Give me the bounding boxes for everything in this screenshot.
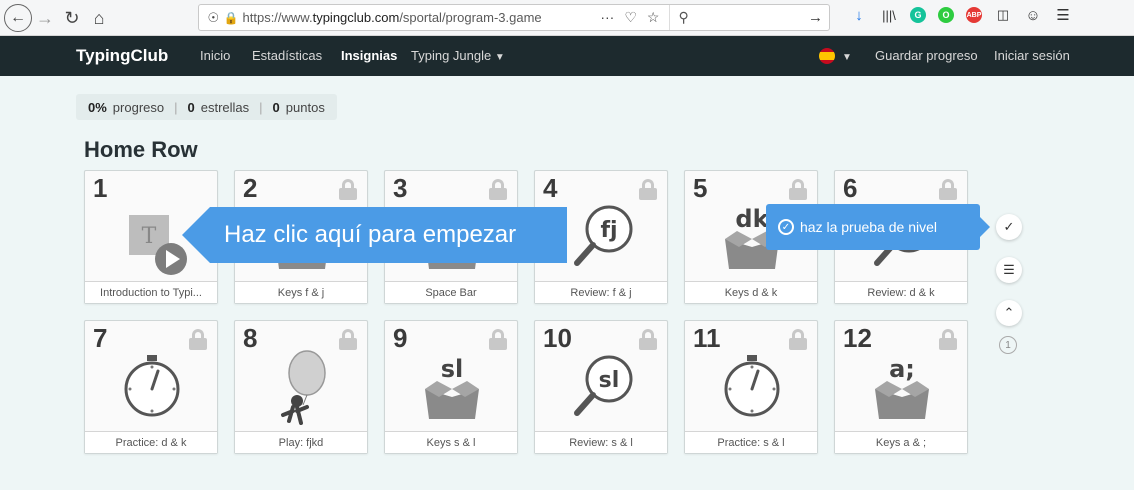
- progress-summary: 0% progreso | 0 estrellas | 0 puntos: [76, 94, 337, 120]
- chevron-up-icon: ⌃: [1003, 305, 1015, 320]
- check-circle-icon: ✓: [778, 219, 794, 235]
- svg-text:dk: dk: [735, 205, 769, 233]
- sidebar-icon[interactable]: ◫: [994, 6, 1012, 24]
- save-progress-link[interactable]: Guardar progreso: [875, 48, 978, 63]
- section-title: Home Row: [84, 137, 198, 162]
- go-arrow-icon[interactable]: →: [808, 9, 823, 26]
- lesson-card-8[interactable]: 8 Play: fjkd: [234, 320, 368, 454]
- nav-typing-jungle-label: Typing Jungle: [411, 48, 492, 63]
- lesson-label: Keys s & l: [385, 431, 517, 453]
- lock-icon: [339, 329, 357, 350]
- app-navbar: TypingClub Inicio Estadísticas Insignias…: [0, 36, 1134, 76]
- points-label: puntos: [285, 99, 325, 115]
- lesson-label: Review: d & k: [835, 281, 967, 303]
- lesson-label: Keys d & k: [685, 281, 817, 303]
- progress-label: progreso: [112, 99, 165, 115]
- start-callout[interactable]: Haz clic aquí para empezar: [182, 207, 567, 263]
- menu-icon[interactable]: ☰: [1054, 6, 1072, 24]
- balloon-game-icon: [235, 349, 367, 429]
- stopwatch-icon: [685, 349, 817, 429]
- lesson-card-9[interactable]: 9 sl Keys s & l: [384, 320, 518, 454]
- placement-test-button[interactable]: ✓: [996, 214, 1022, 240]
- nav-estadisticas[interactable]: Estadísticas: [252, 48, 322, 63]
- lock-icon: [939, 329, 957, 350]
- lesson-card-7[interactable]: 7 Practice: d & k: [84, 320, 218, 454]
- browser-toolbar: ← → ↻ ⌂ ☉ 🔒 https://www.typingclub.com/s…: [0, 0, 1134, 36]
- nav-inicio[interactable]: Inicio: [200, 48, 230, 63]
- adblock-icon[interactable]: ABP: [966, 7, 982, 23]
- login-link[interactable]: Iniciar sesión: [994, 48, 1070, 63]
- nav-typing-jungle[interactable]: Typing Jungle ▼: [411, 48, 505, 63]
- progress-percent: 0%: [88, 99, 107, 115]
- magnifier-icon: sl: [535, 349, 667, 429]
- lock-icon: [489, 329, 507, 350]
- list-icon: ☰: [1003, 262, 1015, 277]
- stopwatch-icon: [85, 349, 217, 429]
- lesson-label: Practice: d & k: [85, 431, 217, 453]
- lesson-card-12[interactable]: 12 a; Keys a & ;: [834, 320, 968, 454]
- url-text[interactable]: https://www.typingclub.com/sportal/progr…: [243, 10, 561, 25]
- forward-icon[interactable]: →: [36, 4, 54, 32]
- lesson-label: Introduction to Typi...: [85, 281, 217, 303]
- svg-text:a;: a;: [889, 355, 915, 383]
- svg-text:fj: fj: [600, 218, 617, 243]
- language-chevron-icon[interactable]: ▼: [842, 48, 852, 63]
- lock-icon: [939, 179, 957, 200]
- lesson-label: Review: s & l: [535, 431, 667, 453]
- stars-label: estrellas: [200, 99, 250, 115]
- lock-icon: [639, 329, 657, 350]
- scroll-up-button[interactable]: ⌃: [996, 300, 1022, 326]
- reload-icon[interactable]: ↻: [62, 4, 82, 32]
- placement-test-text: haz la prueba de nivel: [800, 219, 937, 235]
- menu-list-button[interactable]: ☰: [996, 257, 1022, 283]
- points-count: 0: [272, 99, 280, 115]
- search-field[interactable]: ⚲: [669, 5, 829, 30]
- account-icon[interactable]: ☺: [1024, 6, 1042, 24]
- nav-insignias[interactable]: Insignias: [341, 48, 397, 63]
- lock-icon: 🔒: [223, 10, 239, 25]
- chevron-down-icon: ▼: [494, 52, 505, 63]
- lock-icon: [339, 179, 357, 200]
- box-icon: a;: [835, 349, 967, 429]
- lesson-card-10[interactable]: 10 sl Review: s & l: [534, 320, 668, 454]
- svg-text:sl: sl: [599, 368, 620, 393]
- back-icon[interactable]: ←: [4, 4, 32, 32]
- lesson-label: Practice: s & l: [685, 431, 817, 453]
- box-icon: sl: [385, 349, 517, 429]
- lock-icon: [189, 329, 207, 350]
- lock-icon: [789, 179, 807, 200]
- stars-count: 0: [187, 99, 195, 115]
- placement-test-callout[interactable]: ✓ haz la prueba de nivel: [766, 204, 990, 250]
- lesson-label: Space Bar: [385, 281, 517, 303]
- lock-icon: [639, 179, 657, 200]
- language-flag-icon[interactable]: [819, 48, 835, 64]
- home-icon[interactable]: ⌂: [88, 4, 110, 32]
- lesson-label: Keys a & ;: [835, 431, 967, 453]
- check-badge-icon: ✓: [1003, 219, 1015, 234]
- pocket-icon[interactable]: ♡: [624, 9, 637, 26]
- lesson-label: Play: fjkd: [235, 431, 367, 453]
- bookmark-star-icon[interactable]: ☆: [647, 9, 660, 26]
- search-icon: ⚲: [678, 9, 689, 25]
- lesson-card-11[interactable]: 11 Practice: s & l: [684, 320, 818, 454]
- start-callout-text: Haz clic aquí para empezar: [224, 221, 517, 248]
- lock-icon: [489, 179, 507, 200]
- library-icon[interactable]: |||\: [880, 6, 898, 24]
- grammarly-icon[interactable]: G: [910, 7, 926, 23]
- svg-text:sl: sl: [441, 355, 464, 383]
- page-indicator: 1: [999, 336, 1017, 354]
- lesson-label: Keys f & j: [235, 281, 367, 303]
- shield-icon[interactable]: ☉: [203, 10, 224, 26]
- svg-text:T: T: [142, 224, 157, 249]
- download-icon[interactable]: ↓: [850, 6, 868, 24]
- brand-logo[interactable]: TypingClub: [76, 46, 168, 66]
- lock-icon: [789, 329, 807, 350]
- extension-icon[interactable]: O: [938, 7, 954, 23]
- page-actions-icon[interactable]: ···: [600, 9, 614, 26]
- lesson-label: Review: f & j: [535, 281, 667, 303]
- address-bar[interactable]: ☉ 🔒 https://www.typingclub.com/sportal/p…: [198, 4, 830, 31]
